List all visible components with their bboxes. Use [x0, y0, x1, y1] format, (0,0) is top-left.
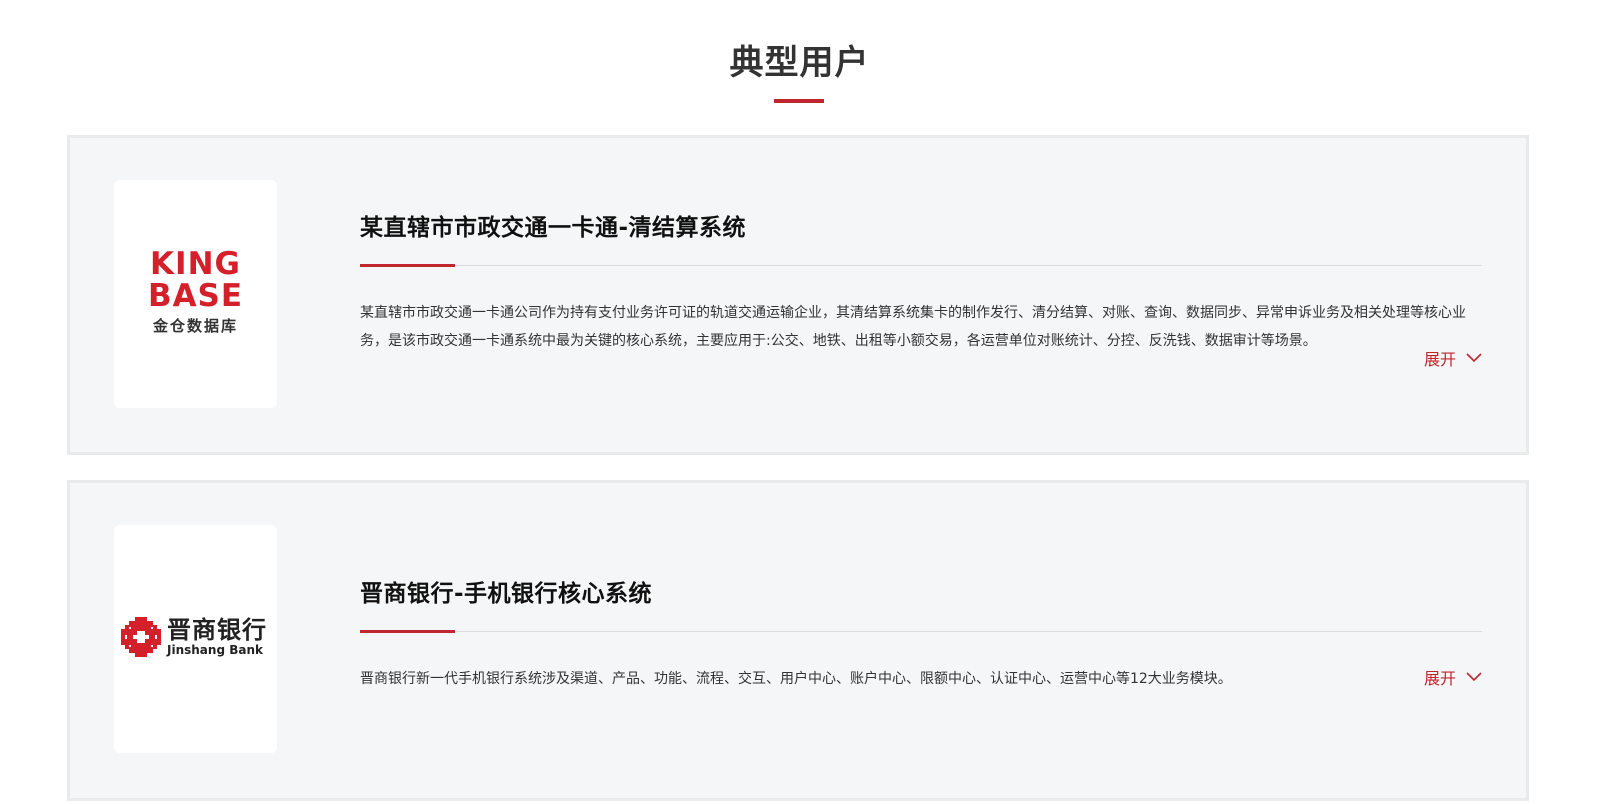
- kingbase-logo: KING BASE 金仓数据库: [114, 248, 277, 338]
- kingbase-logo-line1: KING: [150, 246, 241, 282]
- expand-button[interactable]: 展开: [1424, 346, 1482, 370]
- section-title-underline: [774, 99, 824, 103]
- kingbase-logo-line2: BASE: [147, 278, 244, 314]
- customer-logo-kingbase: KING BASE 金仓数据库: [114, 180, 277, 408]
- section-header: 典型用户: [0, 0, 1599, 104]
- case-card-jinshang-bank: 晋商银行 Jinshang Bank 晋商银行-手机银行核心系统 晋商银行新一代…: [67, 480, 1529, 801]
- chevron-down-icon: [1466, 672, 1482, 682]
- expand-label: 展开: [1423, 669, 1456, 688]
- kingbase-logo-cn: 金仓数据库: [152, 317, 238, 335]
- chevron-down-icon: [1466, 353, 1482, 363]
- jinshang-logo-en: Jinshang Bank: [167, 643, 263, 657]
- jinshang-bank-logo: 晋商银行 Jinshang Bank: [121, 615, 271, 659]
- expand-label: 展开: [1423, 350, 1456, 369]
- case-card-kingbase: KING BASE 金仓数据库 某直辖市市政交通一卡通-清结算系统 某直辖市市政…: [67, 135, 1529, 455]
- section-title: 典型用户: [729, 43, 870, 83]
- expand-button[interactable]: 展开: [1424, 665, 1482, 689]
- customer-logo-jinshang: 晋商银行 Jinshang Bank: [114, 525, 277, 753]
- jinshang-logo-cn: 晋商银行: [167, 616, 267, 644]
- jinshang-emblem-icon: [121, 617, 161, 657]
